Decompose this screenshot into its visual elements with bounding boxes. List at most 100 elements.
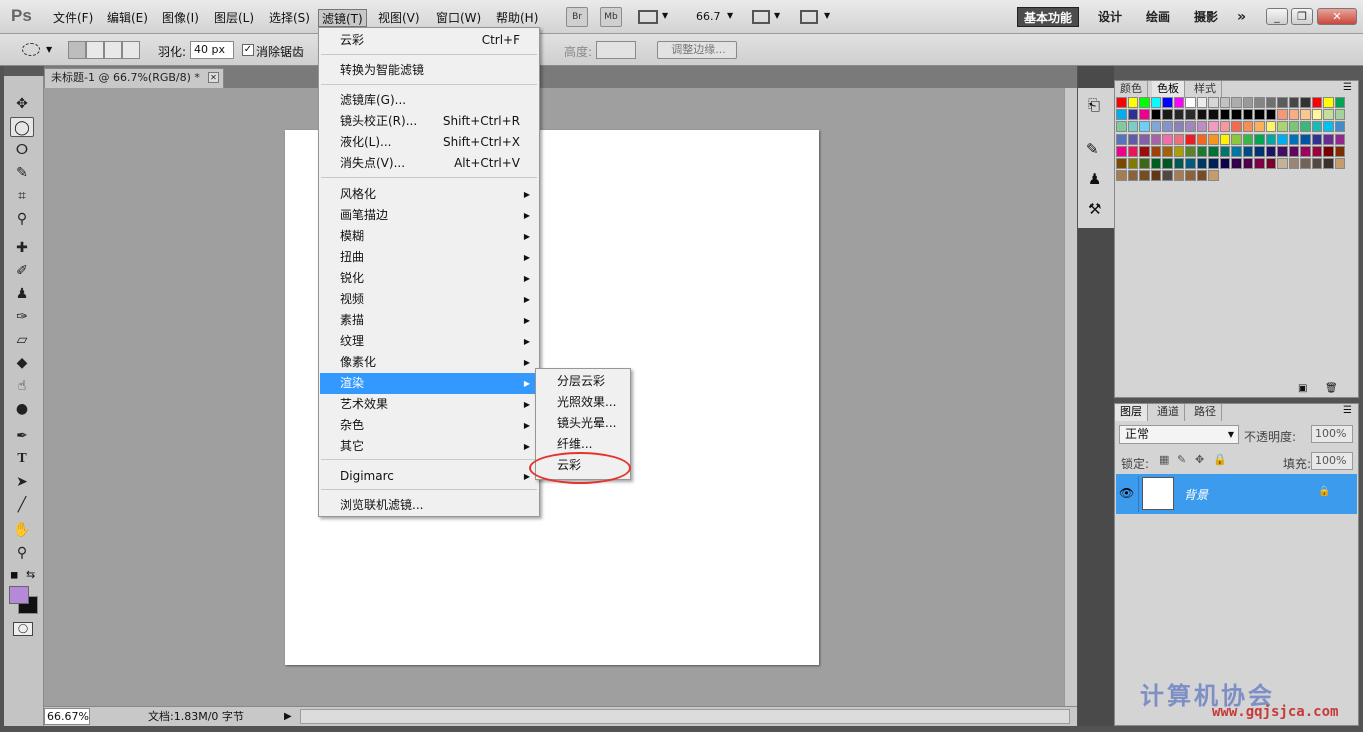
swatch-cell[interactable]	[1162, 145, 1173, 157]
swatch-cell[interactable]	[1323, 97, 1334, 108]
menu-help[interactable]: 帮助(H)	[493, 9, 541, 27]
swatch-cell[interactable]	[1208, 170, 1219, 182]
swatch-cell[interactable]	[1173, 133, 1184, 145]
swatch-cell[interactable]	[1231, 97, 1242, 108]
swatch-cell[interactable]	[1323, 158, 1334, 169]
swatch-cell[interactable]	[1116, 133, 1127, 145]
menu-item-sharpen[interactable]: 锐化 ▶	[320, 268, 538, 289]
swatch-cell[interactable]	[1311, 121, 1322, 133]
swatch-cell[interactable]	[1277, 145, 1288, 157]
swatch-cell[interactable]	[1196, 133, 1207, 145]
swatch-cell[interactable]	[1277, 133, 1288, 145]
swatch-cell[interactable]	[1219, 97, 1230, 108]
close-icon[interactable]: ✕	[1317, 8, 1357, 25]
swatch-cell[interactable]	[1300, 97, 1311, 108]
swatch-cell[interactable]	[1162, 158, 1173, 169]
tab-paths[interactable]: 路径	[1189, 404, 1222, 421]
swatch-cell[interactable]	[1173, 121, 1184, 133]
add-selection-icon[interactable]	[86, 41, 104, 59]
swatch-cell[interactable]	[1127, 170, 1138, 182]
swatch-cell[interactable]	[1127, 145, 1138, 157]
menu-item-last-filter[interactable]: 云彩 Ctrl+F	[320, 30, 538, 51]
eraser-tool-icon[interactable]: ▱	[10, 330, 34, 350]
menu-item-lens-correction[interactable]: 镜头校正(R)... Shift+Ctrl+R	[320, 111, 538, 132]
swatch-cell[interactable]	[1173, 97, 1184, 108]
menu-item-lighting-effects[interactable]: 光照效果...	[537, 392, 629, 413]
swatch-cell[interactable]	[1127, 133, 1138, 145]
swatch-cell[interactable]	[1242, 121, 1253, 133]
swatch-cell[interactable]	[1254, 133, 1265, 145]
menu-filter[interactable]: 滤镜(T)	[318, 9, 367, 27]
swatch-cell[interactable]	[1300, 158, 1311, 169]
menu-item-convert-smart[interactable]: 转换为智能滤镜	[320, 60, 538, 81]
layer-name[interactable]: 背景	[1184, 486, 1208, 503]
swatch-cell[interactable]	[1334, 133, 1345, 145]
swatch-cell[interactable]	[1334, 97, 1345, 108]
tab-swatches[interactable]: 色板	[1152, 81, 1185, 98]
swatch-cell[interactable]	[1139, 133, 1150, 145]
swatch-cell[interactable]	[1185, 109, 1196, 121]
lock-transparency-icon[interactable]: ▦	[1159, 453, 1169, 466]
workspace-painting[interactable]: 绘画	[1140, 7, 1176, 27]
new-swatch-icon[interactable]: ▣	[1298, 383, 1307, 394]
path-selection-tool-icon[interactable]: ➤	[10, 472, 34, 492]
layer-row[interactable]: 👁 背景 🔒	[1116, 474, 1357, 514]
chevron-down-icon[interactable]: ▼	[727, 11, 733, 20]
swatch-cell[interactable]	[1173, 170, 1184, 182]
swatch-cell[interactable]	[1139, 97, 1150, 108]
smudge-tool-icon[interactable]: ☝	[10, 376, 34, 396]
chevron-down-icon[interactable]: ▼	[774, 11, 780, 20]
tab-channels[interactable]: 通道	[1152, 404, 1185, 421]
swatch-cell[interactable]	[1139, 109, 1150, 121]
history-brush-tool-icon[interactable]: ✑	[10, 307, 34, 327]
swatch-cell[interactable]	[1288, 109, 1299, 121]
swatch-cell[interactable]	[1219, 109, 1230, 121]
tool-presets-icon[interactable]: ⚒	[1088, 200, 1101, 218]
swatch-cell[interactable]	[1311, 158, 1322, 169]
menu-item-distort[interactable]: 扭曲 ▶	[320, 247, 538, 268]
swatch-cell[interactable]	[1116, 121, 1127, 133]
swatch-cell[interactable]	[1300, 145, 1311, 157]
history-icon[interactable]: ⎗	[1088, 96, 1100, 114]
swatch-cell[interactable]	[1265, 121, 1276, 133]
swatch-cell[interactable]	[1219, 133, 1230, 145]
swatch-cell[interactable]	[1208, 145, 1219, 157]
swatch-cell[interactable]	[1334, 109, 1345, 121]
menu-select[interactable]: 选择(S)	[266, 9, 313, 27]
menu-image[interactable]: 图像(I)	[159, 9, 202, 27]
blend-mode-select[interactable]: 正常 ▼	[1119, 425, 1239, 444]
swatch-cell[interactable]	[1242, 145, 1253, 157]
new-selection-icon[interactable]	[68, 41, 86, 59]
swatch-cell[interactable]	[1311, 109, 1322, 121]
swatch-cell[interactable]	[1127, 97, 1138, 108]
antialias-checkbox[interactable]: ✓	[242, 44, 254, 56]
menu-edit[interactable]: 编辑(E)	[104, 9, 151, 27]
line-tool-icon[interactable]: ╱	[10, 495, 34, 515]
swatch-cell[interactable]	[1208, 97, 1219, 108]
workspace-design[interactable]: 设计	[1092, 7, 1128, 27]
swatch-cell[interactable]	[1323, 109, 1334, 121]
swatch-cell[interactable]	[1196, 121, 1207, 133]
minimize-icon[interactable]: _	[1266, 8, 1288, 25]
swatch-cell[interactable]	[1196, 97, 1207, 108]
menu-item-brush-strokes[interactable]: 画笔描边 ▶	[320, 205, 538, 226]
menu-item-liquify[interactable]: 液化(L)... Shift+Ctrl+X	[320, 132, 538, 153]
swatch-cell[interactable]	[1150, 133, 1161, 145]
swatch-cell[interactable]	[1254, 97, 1265, 108]
type-tool-icon[interactable]: T	[10, 449, 34, 469]
screen-mode-icon[interactable]	[800, 10, 818, 24]
swatch-cell[interactable]	[1277, 97, 1288, 108]
swatch-cell[interactable]	[1139, 170, 1150, 182]
swatch-cell[interactable]	[1265, 133, 1276, 145]
menu-item-browse-online[interactable]: 浏览联机滤镜...	[320, 495, 538, 516]
chevron-down-icon[interactable]: ▼	[46, 45, 52, 54]
crop-tool-icon[interactable]: ⌗	[10, 186, 34, 206]
menu-item-lens-flare[interactable]: 镜头光晕...	[537, 413, 629, 434]
menu-item-render[interactable]: 渲染 ▶	[320, 373, 538, 394]
swap-colors-icon[interactable]: ⇆	[26, 568, 35, 581]
swatch-cell[interactable]	[1242, 97, 1253, 108]
brush-presets-icon[interactable]: ✎	[1086, 140, 1099, 158]
clone-stamp-tool-icon[interactable]: ♟	[10, 284, 34, 304]
refine-edge-button[interactable]: 调整边缘...	[657, 41, 737, 59]
restore-icon[interactable]: ❐	[1291, 8, 1313, 25]
